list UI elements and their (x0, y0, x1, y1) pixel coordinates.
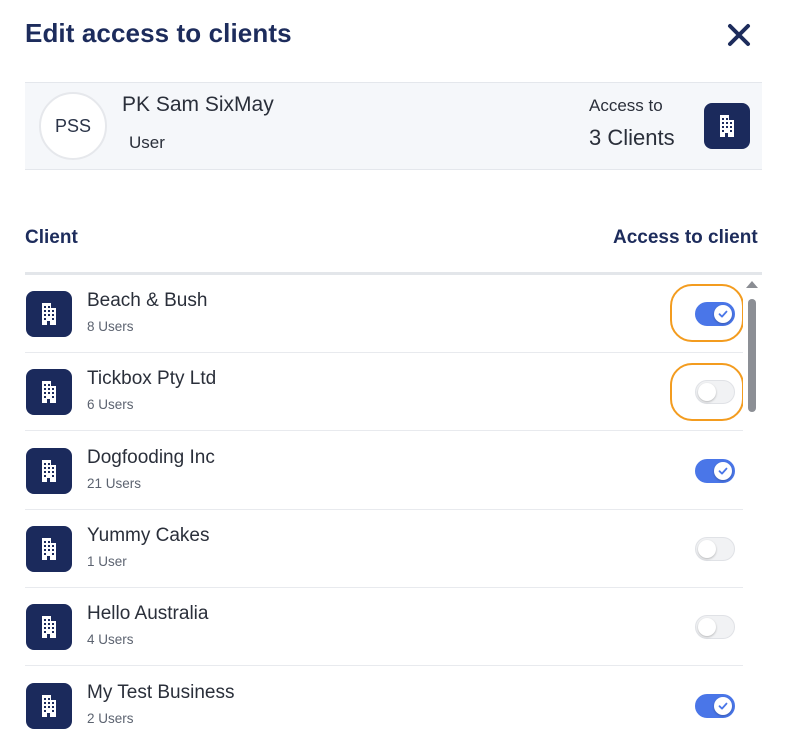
building-icon (720, 115, 734, 137)
access-toggle[interactable] (695, 537, 735, 561)
clients-tile (704, 103, 750, 149)
access-toggle[interactable] (695, 459, 735, 483)
building-icon (42, 538, 56, 560)
client-tile (26, 369, 72, 415)
client-name: Hello Australia (87, 603, 209, 624)
client-list: Beach & Bush 8 Users Tickbox Pty Ltd 6 U… (25, 275, 743, 735)
client-name: My Test Business (87, 682, 235, 703)
access-toggle[interactable] (695, 694, 735, 718)
list-scrollbar[interactable] (744, 279, 760, 735)
access-label: Access to (589, 96, 663, 115)
client-tile (26, 448, 72, 494)
client-row: Tickbox Pty Ltd 6 Users (25, 353, 743, 431)
column-header-client: Client (25, 227, 78, 248)
client-tile (26, 526, 72, 572)
close-icon (728, 24, 750, 46)
toggle-knob (714, 305, 732, 323)
client-row: Beach & Bush 8 Users (25, 275, 743, 353)
building-icon (42, 381, 56, 403)
client-tile (26, 683, 72, 729)
scroll-up-arrow-icon[interactable] (746, 281, 758, 288)
avatar: PSS (39, 92, 107, 160)
client-user-count: 4 Users (87, 632, 134, 647)
client-row: Dogfooding Inc 21 Users (25, 432, 743, 510)
client-user-count: 21 Users (87, 476, 142, 491)
client-row: My Test Business 2 Users (25, 667, 743, 735)
column-header-access: Access to client (613, 227, 758, 248)
access-toggle[interactable] (695, 380, 735, 404)
user-role: User (129, 133, 165, 152)
check-icon (718, 310, 728, 318)
access-count: 3 Clients (589, 125, 675, 150)
client-user-count: 2 Users (87, 711, 134, 726)
toggle-knob (698, 383, 716, 401)
user-name: PK Sam SixMay (122, 93, 274, 116)
client-name: Yummy Cakes (87, 525, 210, 546)
client-user-count: 8 Users (87, 319, 134, 334)
client-row: Hello Australia 4 Users (25, 588, 743, 666)
dialog-title: Edit access to clients (25, 18, 292, 48)
check-icon (718, 467, 728, 475)
client-tile (26, 604, 72, 650)
close-button[interactable] (723, 19, 755, 51)
client-name: Tickbox Pty Ltd (87, 368, 217, 389)
client-tile (26, 291, 72, 337)
client-name: Beach & Bush (87, 290, 208, 311)
building-icon (42, 460, 56, 482)
check-icon (718, 702, 728, 710)
toggle-knob (714, 462, 732, 480)
access-toggle[interactable] (695, 302, 735, 326)
access-toggle[interactable] (695, 615, 735, 639)
user-summary-card: PSS PK Sam SixMay User Access to 3 Clien… (25, 82, 762, 170)
client-name: Dogfooding Inc (87, 447, 215, 468)
client-row: Yummy Cakes 1 User (25, 510, 743, 588)
client-user-count: 1 User (87, 554, 127, 569)
building-icon (42, 695, 56, 717)
toggle-knob (714, 697, 732, 715)
building-icon (42, 303, 56, 325)
toggle-knob (698, 618, 716, 636)
toggle-knob (698, 540, 716, 558)
building-icon (42, 616, 56, 638)
scroll-thumb[interactable] (748, 299, 756, 412)
client-user-count: 6 Users (87, 397, 134, 412)
